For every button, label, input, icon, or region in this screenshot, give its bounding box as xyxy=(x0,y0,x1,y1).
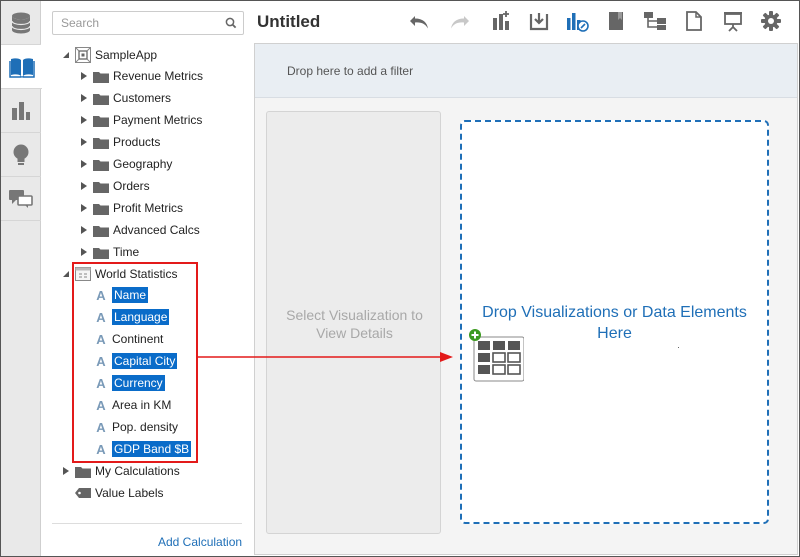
page-icon xyxy=(685,10,703,34)
collapse-triangle-icon[interactable] xyxy=(61,264,71,284)
bookmark-button[interactable] xyxy=(603,10,629,34)
book-icon xyxy=(8,56,35,78)
rail-data-button[interactable] xyxy=(1,1,41,45)
search-input[interactable] xyxy=(53,12,218,34)
chat-icon xyxy=(8,188,34,210)
tree-folder-label: Customers xyxy=(113,91,172,105)
tree-folder-revenue-metrics[interactable]: Revenue Metrics xyxy=(79,66,203,86)
tree-node-label: SampleApp xyxy=(95,48,158,62)
expand-triangle-icon[interactable] xyxy=(79,154,89,174)
undo-button[interactable] xyxy=(407,10,433,34)
subject-area-icon xyxy=(75,47,91,63)
tree-node-label: Value Labels xyxy=(95,486,164,500)
expand-triangle-icon[interactable] xyxy=(61,461,71,481)
expand-triangle-icon[interactable] xyxy=(79,220,89,240)
tree-folder-label: Time xyxy=(113,245,140,259)
search-icon[interactable] xyxy=(225,17,237,32)
undo-icon xyxy=(409,12,431,33)
filter-bar[interactable]: Drop here to add a filter xyxy=(255,44,797,98)
tree-folder-label: Products xyxy=(113,135,161,149)
presentation-icon xyxy=(722,10,744,35)
add-table-icon xyxy=(468,329,525,388)
bar-chart-icon xyxy=(10,100,32,122)
details-placeholder: Select Visualization to View Details xyxy=(267,306,442,342)
folder-icon xyxy=(93,156,109,172)
expand-triangle-icon[interactable] xyxy=(79,198,89,218)
visualization-drop-zone[interactable]: Drop Visualizations or Data Elements Her… xyxy=(460,120,769,524)
search-box xyxy=(52,11,244,35)
data-action-button[interactable] xyxy=(564,10,590,34)
tag-icon xyxy=(75,485,91,501)
expand-triangle-icon[interactable] xyxy=(79,110,89,130)
hierarchy-button[interactable] xyxy=(642,10,668,34)
export-icon xyxy=(529,11,549,34)
lightbulb-icon xyxy=(11,143,31,167)
folder-icon xyxy=(93,68,109,84)
filter-hint: Drop here to add a filter xyxy=(287,64,414,78)
left-rail xyxy=(1,1,42,556)
collapse-triangle-icon[interactable] xyxy=(61,45,71,65)
details-line-2: View Details xyxy=(316,325,393,341)
add-visualization-button[interactable] xyxy=(489,10,515,34)
rail-charts-button[interactable] xyxy=(1,89,41,133)
tree-folder-label: Orders xyxy=(113,179,150,193)
tree-folder-products[interactable]: Products xyxy=(79,132,160,152)
rail-narrate-button[interactable] xyxy=(1,177,41,221)
tree-folder-orders[interactable]: Orders xyxy=(79,176,150,196)
export-button[interactable] xyxy=(526,10,552,34)
hierarchy-icon xyxy=(643,11,667,34)
tree-node-label: My Calculations xyxy=(95,464,180,478)
tree-folder-label: Profit Metrics xyxy=(113,201,184,215)
folder-icon xyxy=(93,244,109,260)
settings-button[interactable] xyxy=(758,10,784,34)
tree-folder-geography[interactable]: Geography xyxy=(79,154,172,174)
rail-insights-button[interactable] xyxy=(1,133,41,177)
add-calculation-link[interactable]: Add Calculation xyxy=(158,535,242,549)
tree-folder-customers[interactable]: Customers xyxy=(79,88,171,108)
presentation-button[interactable] xyxy=(720,10,746,34)
expand-triangle-icon[interactable] xyxy=(79,88,89,108)
folder-icon xyxy=(93,134,109,150)
page-title: Untitled xyxy=(257,12,321,31)
redo-button[interactable] xyxy=(446,10,472,34)
tree-folder-payment-metrics[interactable]: Payment Metrics xyxy=(79,110,202,130)
tree-folder-advanced-calcs[interactable]: Advanced Calcs xyxy=(79,220,200,240)
tree-node-sampleapp[interactable]: SampleApp xyxy=(61,45,157,65)
folder-icon xyxy=(93,90,109,106)
drop-zone-dot xyxy=(678,347,679,348)
expand-triangle-icon[interactable] xyxy=(79,66,89,86)
bookmark-icon xyxy=(607,11,625,34)
redo-icon xyxy=(448,12,470,33)
expand-triangle-icon[interactable] xyxy=(79,242,89,262)
tree-folder-label: Geography xyxy=(113,157,173,171)
tree-folder-profit-metrics[interactable]: Profit Metrics xyxy=(79,198,183,218)
expand-triangle-icon[interactable] xyxy=(79,176,89,196)
highlight-box xyxy=(72,262,198,463)
folder-icon xyxy=(75,463,91,479)
tree-folder-label: Payment Metrics xyxy=(113,113,203,127)
folder-icon xyxy=(93,112,109,128)
tree-folder-label: Revenue Metrics xyxy=(113,69,204,83)
folder-icon xyxy=(93,200,109,216)
database-icon xyxy=(10,11,32,35)
drop-line-1: Drop Visualizations or Data Elements xyxy=(482,304,747,321)
tree-folder-label: Advanced Calcs xyxy=(113,223,200,237)
rail-visualize-button[interactable] xyxy=(1,45,42,89)
tree-node-my-calculations[interactable]: My Calculations xyxy=(61,461,180,481)
visualization-details-pane: Select Visualization to View Details xyxy=(266,111,441,534)
folder-icon xyxy=(93,222,109,238)
page-button[interactable] xyxy=(681,10,707,34)
canvas: Drop here to add a filter Select Visuali… xyxy=(254,43,798,555)
tree-folder-time[interactable]: Time xyxy=(79,242,139,262)
expand-triangle-icon[interactable] xyxy=(79,132,89,152)
data-action-icon xyxy=(565,10,589,35)
add-visualization-icon xyxy=(491,10,513,35)
details-line-1: Select Visualization to xyxy=(286,307,423,323)
settings-icon xyxy=(760,10,782,35)
app-window: SampleApp Revenue Metrics Customers Paymen… xyxy=(0,0,800,557)
folder-icon xyxy=(93,178,109,194)
tree-node-value-labels[interactable]: Value Labels xyxy=(61,483,164,503)
panel-divider xyxy=(52,523,242,524)
